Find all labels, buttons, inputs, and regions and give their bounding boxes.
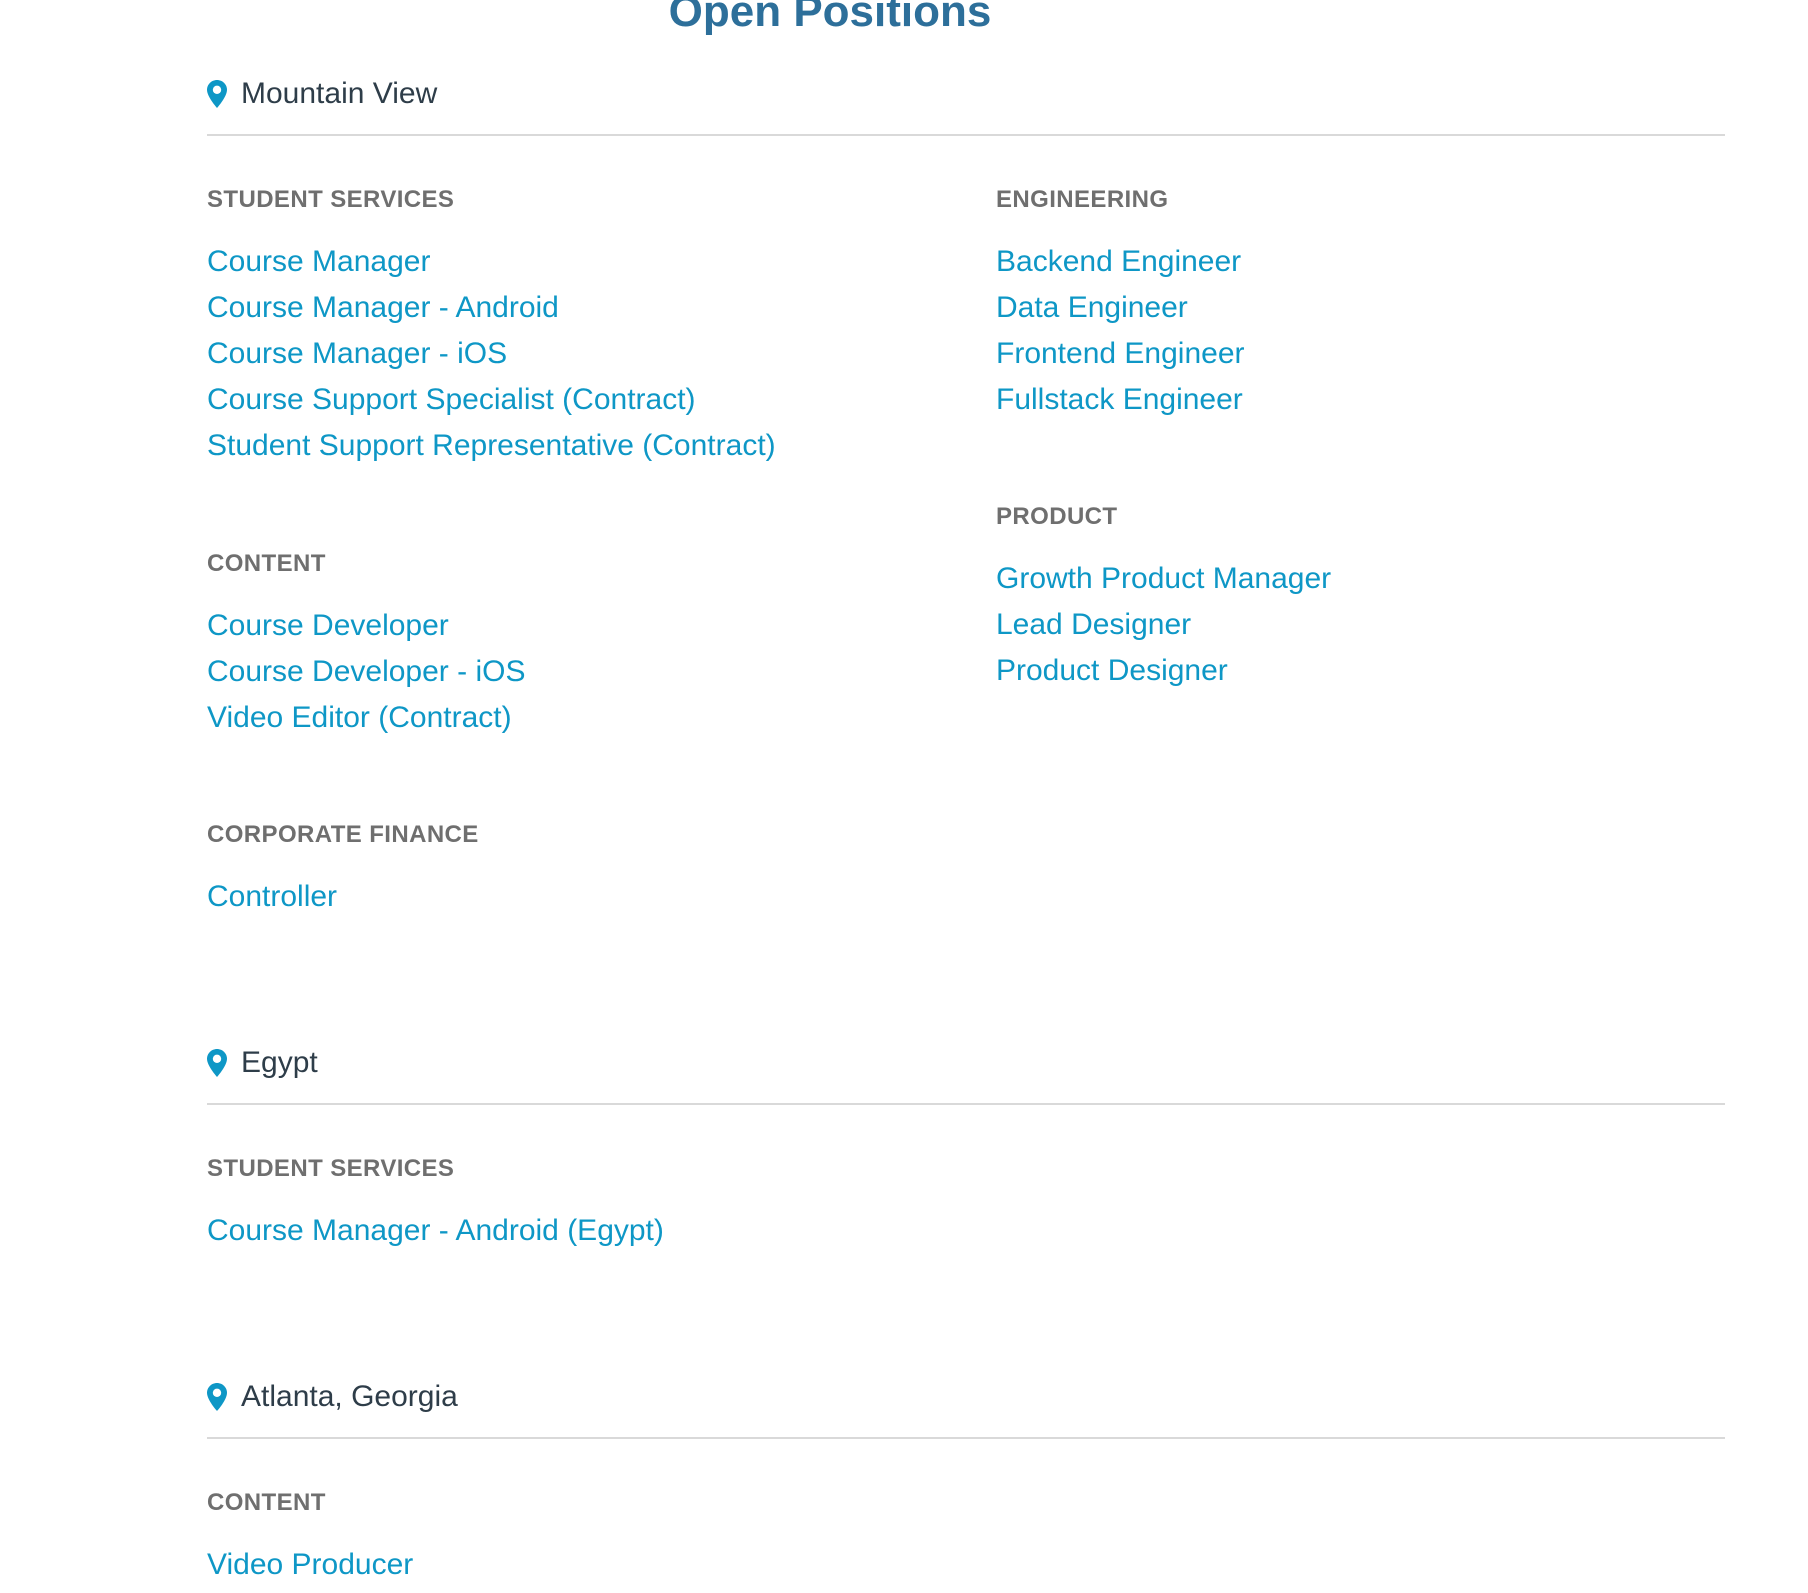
map-pin-icon: [207, 1049, 227, 1077]
job-link[interactable]: Course Manager - Android (Egypt): [207, 1214, 664, 1247]
department-corporate-finance: CORPORATE FINANCE Controller: [207, 820, 479, 920]
department-title: STUDENT SERVICES: [207, 186, 455, 213]
map-pin-icon: [207, 1383, 227, 1411]
list-item: Fullstack Engineer: [996, 377, 1245, 423]
list-item: Video Producer: [207, 1542, 413, 1588]
list-item: Lead Designer: [996, 602, 1331, 648]
job-list: Growth Product Manager Lead Designer Pro…: [996, 556, 1331, 694]
job-link[interactable]: Frontend Engineer: [996, 337, 1245, 370]
job-link[interactable]: Course Manager - Android: [207, 291, 559, 324]
list-item: Data Engineer: [996, 285, 1245, 331]
job-link[interactable]: Data Engineer: [996, 291, 1188, 324]
location-header: Atlanta, Georgia: [207, 1373, 1725, 1421]
list-item: Course Support Specialist (Contract): [207, 377, 776, 423]
list-item: Course Manager: [207, 239, 776, 285]
department-title: CONTENT: [207, 1489, 326, 1516]
list-item: Growth Product Manager: [996, 556, 1331, 602]
job-link[interactable]: Product Designer: [996, 654, 1228, 687]
map-pin-icon: [207, 80, 227, 108]
list-item: Controller: [207, 874, 479, 920]
location-name: Atlanta, Georgia: [241, 1380, 458, 1413]
location-name: Egypt: [241, 1046, 318, 1079]
job-list: Backend Engineer Data Engineer Frontend …: [996, 239, 1245, 423]
list-item: Product Designer: [996, 648, 1331, 694]
job-link[interactable]: Course Developer - iOS: [207, 655, 525, 688]
location-header: Egypt: [207, 1039, 1725, 1087]
job-list: Course Developer Course Developer - iOS …: [207, 603, 525, 741]
job-link[interactable]: Course Support Specialist (Contract): [207, 383, 696, 416]
job-link[interactable]: Course Manager - iOS: [207, 337, 507, 370]
location-section-mountain-view: Mountain View STUDENT SERVICES Course Ma…: [207, 70, 1725, 913]
location-section-egypt: Egypt STUDENT SERVICES Course Manager - …: [207, 1039, 1725, 1247]
list-item: Course Manager - iOS: [207, 331, 776, 377]
list-item: Frontend Engineer: [996, 331, 1245, 377]
department-title: CORPORATE FINANCE: [207, 821, 479, 848]
job-link[interactable]: Controller: [207, 880, 337, 913]
job-link[interactable]: Backend Engineer: [996, 245, 1241, 278]
location-header: Mountain View: [207, 70, 1725, 118]
job-link[interactable]: Lead Designer: [996, 608, 1191, 641]
list-item: Course Manager - Android (Egypt): [207, 1208, 664, 1254]
location-divider: [207, 134, 1725, 136]
list-item: Video Editor (Contract): [207, 695, 525, 741]
list-item: Course Developer - iOS: [207, 649, 525, 695]
department-title: CONTENT: [207, 550, 326, 577]
location-divider: [207, 1437, 1725, 1439]
location-divider: [207, 1103, 1725, 1105]
list-item: Student Support Representative (Contract…: [207, 423, 776, 469]
job-list: Controller: [207, 874, 479, 920]
job-link[interactable]: Student Support Representative (Contract…: [207, 429, 776, 462]
location-name: Mountain View: [241, 77, 438, 110]
job-list: Course Manager - Android (Egypt): [207, 1208, 664, 1254]
job-list: Course Manager Course Manager - Android …: [207, 239, 776, 469]
department-title: PRODUCT: [996, 503, 1118, 530]
job-link[interactable]: Video Producer: [207, 1548, 413, 1581]
department-engineering: ENGINEERING Backend Engineer Data Engine…: [996, 185, 1245, 423]
department-content: CONTENT Course Developer Course Develope…: [207, 549, 525, 741]
department-student-services: STUDENT SERVICES Course Manager - Androi…: [207, 1154, 664, 1254]
job-link[interactable]: Course Manager: [207, 245, 430, 278]
list-item: Course Developer: [207, 603, 525, 649]
location-section-atlanta: Atlanta, Georgia CONTENT Video Producer: [207, 1373, 1725, 1581]
page-title: Open Positions: [668, 0, 992, 36]
list-item: Backend Engineer: [996, 239, 1245, 285]
department-title: ENGINEERING: [996, 186, 1169, 213]
job-link[interactable]: Video Editor (Contract): [207, 701, 512, 734]
job-link[interactable]: Growth Product Manager: [996, 562, 1331, 595]
department-student-services: STUDENT SERVICES Course Manager Course M…: [207, 185, 776, 469]
job-link[interactable]: Course Developer: [207, 609, 449, 642]
department-title: STUDENT SERVICES: [207, 1155, 455, 1182]
department-content: CONTENT Video Producer: [207, 1488, 413, 1588]
department-product: PRODUCT Growth Product Manager Lead Desi…: [996, 502, 1331, 694]
job-list: Video Producer: [207, 1542, 413, 1588]
list-item: Course Manager - Android: [207, 285, 776, 331]
job-link[interactable]: Fullstack Engineer: [996, 383, 1243, 416]
